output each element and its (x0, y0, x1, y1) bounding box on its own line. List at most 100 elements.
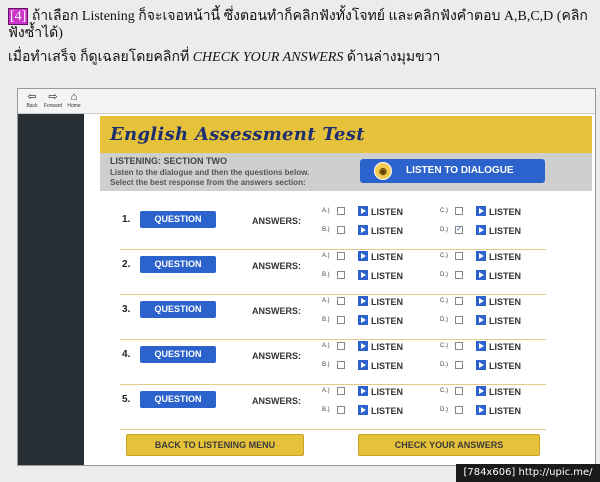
row-divider (120, 339, 546, 340)
listen-link[interactable]: LISTEN (371, 297, 403, 307)
listen-link[interactable]: LISTEN (489, 342, 521, 352)
option-letter: D.) (440, 272, 448, 278)
app-header: English Assessment Test (100, 116, 592, 153)
play-icon[interactable] (476, 360, 486, 370)
play-icon[interactable] (358, 405, 368, 415)
listen-link[interactable]: LISTEN (371, 226, 403, 236)
answer-checkbox[interactable] (337, 207, 345, 215)
question-row: 1. QUESTION ANSWERS: A.) LISTEN B.) LISTEN C.) L… (100, 206, 592, 250)
play-icon[interactable] (476, 296, 486, 306)
listen-link[interactable]: LISTEN (489, 406, 521, 416)
row-divider (120, 249, 546, 250)
listen-link[interactable]: LISTEN (489, 316, 521, 326)
answer-checkbox[interactable] (455, 252, 463, 260)
row-divider (120, 294, 546, 295)
question-number: 1. (122, 214, 131, 225)
listen-link[interactable]: LISTEN (371, 207, 403, 217)
left-panel (18, 114, 84, 465)
listen-link[interactable]: LISTEN (371, 387, 403, 397)
play-icon[interactable] (476, 206, 486, 216)
back-button[interactable]: ⇦ Back (22, 91, 42, 109)
answer-checkbox[interactable] (337, 252, 345, 260)
play-icon[interactable] (476, 341, 486, 351)
play-icon[interactable] (358, 206, 368, 216)
play-icon[interactable] (358, 386, 368, 396)
answer-checkbox[interactable] (455, 207, 463, 215)
instruction-line-2: เมื่อทำเสร็จ ก็ดูเฉลยโดยคลิกที่ CHECK YO… (8, 49, 592, 66)
instruction-text-2-em: CHECK YOUR ANSWERS (192, 50, 344, 65)
listen-link[interactable]: LISTEN (489, 226, 521, 236)
play-icon[interactable] (476, 270, 486, 280)
listen-link[interactable]: LISTEN (371, 361, 403, 371)
play-icon[interactable] (476, 405, 486, 415)
answer-checkbox[interactable] (337, 271, 345, 279)
answer-checkbox[interactable] (455, 387, 463, 395)
answer-checkbox[interactable] (337, 342, 345, 350)
row-divider (120, 429, 546, 430)
question-row: 4. QUESTION ANSWERS: A.) LISTEN B.) LISTEN C.) L… (100, 341, 592, 385)
answer-checkbox[interactable] (337, 387, 345, 395)
answer-checkbox[interactable] (455, 271, 463, 279)
answer-checkbox[interactable] (337, 406, 345, 414)
question-row: 5. QUESTION ANSWERS: A.) LISTEN B.) LISTEN C.) L… (100, 386, 592, 430)
answer-checkbox[interactable] (455, 361, 463, 369)
play-icon[interactable] (476, 315, 486, 325)
section-desc-line-1: Listen to the dialogue and then the ques… (110, 168, 310, 177)
listen-link[interactable]: LISTEN (489, 297, 521, 307)
listen-to-dialogue-button[interactable]: ◉ LISTEN TO DIALOGUE (360, 159, 545, 183)
listen-link[interactable]: LISTEN (371, 271, 403, 281)
question-button[interactable]: QUESTION (140, 391, 216, 408)
check-your-answers-button[interactable]: CHECK YOUR ANSWERS (358, 434, 540, 456)
play-icon[interactable] (358, 225, 368, 235)
question-button[interactable]: QUESTION (140, 211, 216, 228)
answer-checkbox[interactable] (455, 342, 463, 350)
listen-link[interactable]: LISTEN (489, 252, 521, 262)
option-letter: D.) (440, 317, 448, 323)
play-icon[interactable] (358, 360, 368, 370)
question-button[interactable]: QUESTION (140, 256, 216, 273)
listen-link[interactable]: LISTEN (489, 271, 521, 281)
question-button[interactable]: QUESTION (140, 346, 216, 363)
question-row: 3. QUESTION ANSWERS: A.) LISTEN B.) LISTEN C.) L… (100, 296, 592, 340)
listen-link[interactable]: LISTEN (371, 406, 403, 416)
answer-checkbox[interactable] (337, 297, 345, 305)
question-button[interactable]: QUESTION (140, 301, 216, 318)
forward-button[interactable]: ⇨ Forward (43, 91, 63, 109)
play-icon[interactable] (476, 225, 486, 235)
back-to-listening-menu-button[interactable]: BACK TO LISTENING MENU (126, 434, 304, 456)
listen-link[interactable]: LISTEN (489, 387, 521, 397)
instruction-text-2b: ด้านล่างมุมขวา (343, 50, 441, 65)
forward-label: Forward (43, 103, 63, 109)
answer-checkbox[interactable] (337, 316, 345, 324)
listen-link[interactable]: LISTEN (489, 207, 521, 217)
option-letter: D.) (440, 407, 448, 413)
answer-checkbox[interactable] (337, 361, 345, 369)
play-icon[interactable] (358, 251, 368, 261)
option-letter: C.) (440, 343, 448, 349)
listen-link[interactable]: LISTEN (371, 316, 403, 326)
play-icon[interactable] (358, 341, 368, 351)
question-number: 5. (122, 394, 131, 405)
play-icon[interactable] (358, 315, 368, 325)
browser-window: ⇦ Back ⇨ Forward ⌂ Home English Assessment … (17, 88, 596, 466)
home-label: Home (67, 103, 81, 109)
play-icon[interactable] (358, 270, 368, 280)
listen-link[interactable]: LISTEN (489, 361, 521, 371)
home-button[interactable]: ⌂ Home (64, 91, 84, 109)
play-icon[interactable] (358, 296, 368, 306)
answer-checkbox[interactable]: ✓ (455, 226, 463, 234)
answer-checkbox[interactable] (337, 226, 345, 234)
answer-checkbox[interactable] (455, 316, 463, 324)
option-letter: A.) (322, 253, 330, 259)
play-icon[interactable] (476, 251, 486, 261)
answer-checkbox[interactable] (455, 297, 463, 305)
option-letter: A.) (322, 298, 330, 304)
play-icon[interactable] (476, 386, 486, 396)
section-header: LISTENING: SECTION TWO Listen to the dia… (100, 153, 592, 191)
answer-checkbox[interactable] (455, 406, 463, 414)
option-letter: C.) (440, 253, 448, 259)
listen-link[interactable]: LISTEN (371, 342, 403, 352)
listen-link[interactable]: LISTEN (371, 252, 403, 262)
instruction-text-2a: เมื่อทำเสร็จ ก็ดูเฉลยโดยคลิกที่ (8, 50, 193, 65)
option-letter: B.) (322, 227, 330, 233)
